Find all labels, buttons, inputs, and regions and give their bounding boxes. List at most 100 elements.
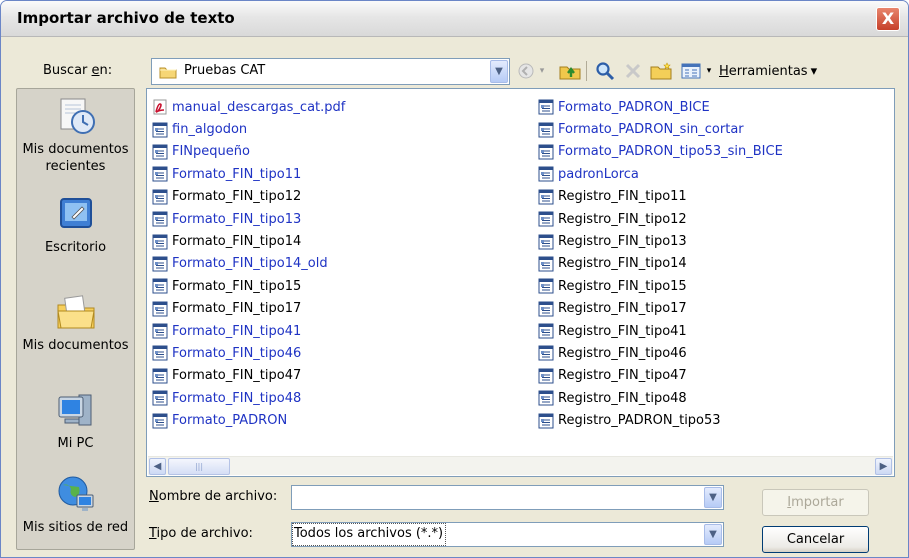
file-item[interactable]: fin_algodon (152, 118, 345, 140)
horizontal-scrollbar[interactable]: ◀ ||| ▶ (148, 456, 893, 475)
text-file-icon (538, 301, 554, 317)
file-item[interactable]: Formato_FIN_tipo17 (152, 298, 345, 320)
back-dropdown-icon[interactable]: ▾ (537, 59, 547, 83)
file-item[interactable]: Registro_FIN_tipo47 (538, 365, 783, 387)
file-name: Formato_FIN_tipo17 (172, 301, 302, 317)
text-file-icon (538, 99, 554, 115)
file-item[interactable]: Registro_FIN_tipo15 (538, 275, 783, 297)
file-name: Formato_FIN_tipo15 (172, 278, 302, 294)
views-icon[interactable] (678, 59, 704, 83)
file-item[interactable]: Registro_PADRON_tipo53 (538, 409, 783, 431)
text-file-icon (152, 390, 168, 406)
title-bar[interactable]: Importar archivo de texto X (1, 1, 908, 37)
file-name: Formato_PADRON_BICE (558, 99, 710, 115)
new-folder-icon[interactable] (648, 59, 674, 83)
chevron-down-icon[interactable]: ▼ (490, 60, 508, 83)
close-icon: X (881, 9, 895, 28)
place-recent-documents[interactable]: Mis documentos recientes (17, 95, 134, 175)
file-item[interactable]: Formato_FIN_tipo41 (152, 320, 345, 342)
file-item[interactable]: Registro_FIN_tipo48 (538, 387, 783, 409)
file-item[interactable]: Registro_FIN_tipo12 (538, 208, 783, 230)
file-name: Registro_FIN_tipo12 (558, 211, 687, 227)
up-one-level-icon[interactable] (557, 59, 583, 83)
place-my-documents[interactable]: Mis documentos (17, 291, 134, 354)
search-web-icon[interactable] (592, 59, 618, 83)
scrollbar-thumb[interactable]: ||| (168, 458, 230, 475)
text-file-icon (152, 256, 168, 272)
file-item[interactable]: Formato_PADRON (152, 409, 345, 431)
text-file-icon (538, 323, 554, 339)
file-name: Formato_PADRON_tipo53_sin_BICE (558, 144, 783, 160)
close-button[interactable]: X (876, 7, 900, 31)
scroll-left-icon[interactable]: ◀ (149, 458, 166, 475)
import-button[interactable]: Importar (762, 489, 869, 516)
desktop-icon (59, 198, 92, 228)
file-item[interactable]: Registro_FIN_tipo14 (538, 253, 783, 275)
file-item[interactable]: Formato_FIN_tipo46 (152, 342, 345, 364)
file-name: Formato_FIN_tipo14_old (172, 256, 328, 272)
look-in-dropdown[interactable]: Pruebas CAT ▼ (151, 58, 510, 85)
tools-menu-button[interactable]: Herramientas ▾ (719, 59, 845, 83)
file-item[interactable]: Formato_FIN_tipo13 (152, 208, 345, 230)
place-label: Mis documentos (22, 338, 129, 353)
file-item[interactable]: Formato_PADRON_sin_cortar (538, 118, 783, 140)
text-file-icon (538, 368, 554, 384)
file-name: Registro_FIN_tipo15 (558, 278, 687, 294)
file-item[interactable]: Formato_FIN_tipo15 (152, 275, 345, 297)
text-file-icon (152, 144, 168, 160)
text-file-icon (538, 211, 554, 227)
file-item[interactable]: Formato_PADRON_tipo53_sin_BICE (538, 141, 783, 163)
file-name: Formato_FIN_tipo11 (172, 166, 302, 182)
file-item[interactable]: FINpequeño (152, 141, 345, 163)
file-item[interactable]: Formato_FIN_tipo12 (152, 186, 345, 208)
places-bar: Mis documentos recientes Escritorio Mis … (16, 88, 135, 550)
file-name: Registro_FIN_tipo17 (558, 301, 687, 317)
file-item[interactable]: Formato_FIN_tipo11 (152, 163, 345, 185)
file-list[interactable]: manual_descargas_cat.pdf fin_algodon FINpe… (146, 88, 895, 477)
file-item[interactable]: Registro_FIN_tipo17 (538, 298, 783, 320)
filename-input[interactable]: ▼ (291, 485, 724, 510)
file-name: FINpequeño (172, 144, 250, 160)
file-item[interactable]: padronLorca (538, 163, 783, 185)
look-in-value: Pruebas CAT (184, 63, 266, 78)
place-label: Mi PC (57, 436, 94, 451)
delete-icon[interactable] (622, 59, 644, 83)
file-item[interactable]: Formato_FIN_tipo14 (152, 230, 345, 252)
place-label: Mis sitios de red (22, 520, 129, 535)
place-network[interactable]: Mis sitios de red (17, 473, 134, 536)
file-item[interactable]: Registro_FIN_tipo41 (538, 320, 783, 342)
text-file-icon (538, 144, 554, 160)
scroll-right-icon[interactable]: ▶ (875, 458, 892, 475)
file-item[interactable]: Registro_FIN_tipo11 (538, 186, 783, 208)
chevron-down-icon[interactable]: ▼ (704, 524, 722, 545)
text-file-icon (152, 301, 168, 317)
file-name: Formato_PADRON_sin_cortar (558, 122, 744, 138)
file-name: Formato_FIN_tipo48 (172, 390, 302, 406)
filetype-dropdown[interactable]: Todos los archivos (*.*) ▼ (291, 522, 724, 547)
text-file-icon (538, 256, 554, 272)
text-file-icon (152, 323, 168, 339)
place-desktop[interactable]: Escritorio (17, 193, 134, 256)
import-text-file-dialog: Importar archivo de texto X Buscar en: P… (0, 0, 909, 558)
filetype-label: Tipo de archivo: (149, 526, 253, 541)
text-file-icon (538, 234, 554, 250)
text-file-icon (152, 166, 168, 182)
file-item[interactable]: Formato_FIN_tipo47 (152, 365, 345, 387)
cancel-button[interactable]: Cancelar (762, 526, 869, 553)
back-icon[interactable] (516, 59, 536, 83)
file-item[interactable]: Registro_FIN_tipo13 (538, 230, 783, 252)
file-name: Registro_FIN_tipo47 (558, 368, 687, 384)
file-name: Registro_FIN_tipo46 (558, 345, 687, 361)
file-item[interactable]: Registro_FIN_tipo46 (538, 342, 783, 364)
chevron-down-icon[interactable]: ▼ (704, 487, 722, 508)
text-file-icon (538, 413, 554, 429)
file-item[interactable]: Formato_FIN_tipo14_old (152, 253, 345, 275)
text-file-icon (538, 122, 554, 138)
file-item[interactable]: manual_descargas_cat.pdf (152, 96, 345, 118)
views-dropdown-icon[interactable]: ▾ (704, 59, 714, 83)
text-file-icon (152, 189, 168, 205)
place-my-computer[interactable]: Mi PC (17, 389, 134, 452)
file-item[interactable]: Formato_FIN_tipo48 (152, 387, 345, 409)
file-name: Formato_FIN_tipo12 (172, 189, 302, 205)
file-item[interactable]: Formato_PADRON_BICE (538, 96, 783, 118)
